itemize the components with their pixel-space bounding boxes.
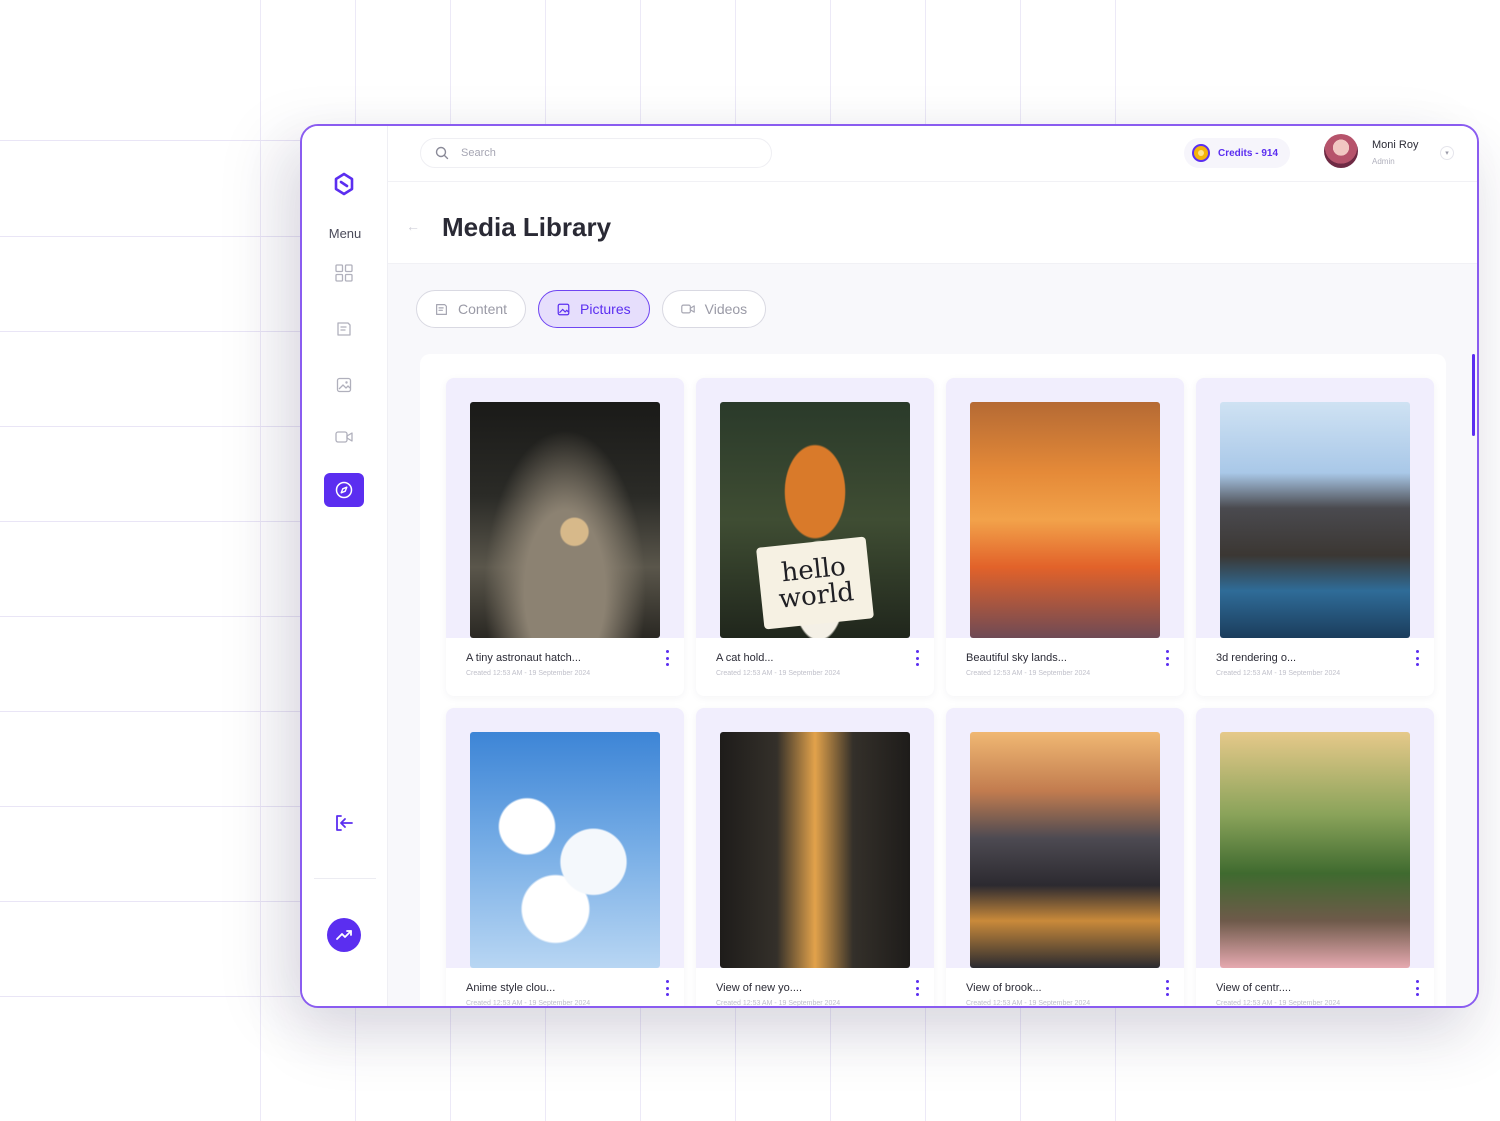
media-thumbnail[interactable] [470,402,660,638]
sidebar: Menu [302,126,388,1006]
document-icon [436,303,447,315]
media-created-date: Created 12:53 AM - 19 September 2024 [716,1000,841,1007]
page-title: Media Library [442,212,612,242]
more-options-icon[interactable] [1414,650,1420,666]
media-grid-panel: A tiny astronaut hatch... Created 12:53 … [420,354,1446,1007]
tab-pictures[interactable]: Pictures [538,290,650,328]
media-created-date: Created 12:53 AM - 19 September 2024 [966,1000,1091,1007]
user-role: Admin [1372,157,1395,166]
media-thumbnail[interactable] [1220,402,1410,638]
document-icon [337,322,351,336]
credits-badge[interactable]: Credits - 914 [1184,138,1291,168]
scrollbar[interactable] [1472,354,1475,436]
video-icon [335,431,353,443]
coin-icon [1192,144,1210,162]
more-options-icon[interactable] [664,650,670,666]
sidebar-item-content[interactable] [324,312,364,346]
sidebar-item-media-library[interactable] [324,473,364,507]
image-icon [557,303,570,315]
tab-videos-label: Videos [704,301,748,317]
media-created-date: Created 12:53 AM - 19 September 2024 [1216,1000,1341,1007]
media-grid: A tiny astronaut hatch... Created 12:53 … [446,378,1434,1007]
more-options-icon[interactable] [664,980,670,996]
trending-up-icon [336,930,352,940]
media-created-date: Created 12:53 AM - 19 September 2024 [1216,670,1341,677]
media-card[interactable]: hello world A cat hold... Created 12:53 … [696,378,934,696]
avatar[interactable] [1324,134,1358,168]
sidebar-item-videos[interactable] [324,420,364,454]
sidebar-item-pictures[interactable] [324,368,364,402]
logout-icon [336,815,353,831]
main-content: ← Media Library Content Pictures Videos … [388,182,1477,1006]
media-thumbnail[interactable] [970,402,1160,638]
topbar: Credits - 914 Moni Roy Admin ▾ [388,126,1477,182]
user-name: Moni Roy [1372,139,1419,151]
more-options-icon[interactable] [1414,980,1420,996]
search-input[interactable] [461,147,741,159]
media-created-date: Created 12:53 AM - 19 September 2024 [466,1000,591,1007]
more-options-icon[interactable] [1164,980,1170,996]
compass-icon [335,481,353,499]
sidebar-item-dashboard[interactable] [324,256,364,290]
user-menu-chevron-down-icon[interactable]: ▾ [1440,146,1454,160]
page-header: ← Media Library [388,182,1477,264]
sidebar-divider [314,878,376,879]
more-options-icon[interactable] [1164,650,1170,666]
media-title: 3d rendering o... [1216,652,1297,664]
media-card[interactable]: View of centr.... Created 12:53 AM - 19 … [1196,708,1434,1007]
media-created-date: Created 12:53 AM - 19 September 2024 [966,670,1091,677]
media-card[interactable]: A tiny astronaut hatch... Created 12:53 … [446,378,684,696]
media-title: A tiny astronaut hatch... [466,652,581,664]
media-card[interactable]: Anime style clou... Created 12:53 AM - 1… [446,708,684,1007]
media-thumbnail[interactable] [470,732,660,968]
media-title: Beautiful sky lands... [966,652,1067,664]
logo-icon[interactable] [330,170,358,198]
media-thumbnail[interactable]: hello world [720,402,910,638]
more-options-icon[interactable] [914,650,920,666]
app-window: Menu Search Credits - 914 Moni Roy Admin… [300,124,1479,1008]
media-thumbnail[interactable] [970,732,1160,968]
search-box[interactable] [420,138,772,168]
image-icon [336,377,352,393]
media-created-date: Created 12:53 AM - 19 September 2024 [716,670,841,677]
search-icon [435,146,449,160]
menu-label: Menu [328,226,362,241]
media-card[interactable]: Beautiful sky lands... Created 12:53 AM … [946,378,1184,696]
tab-videos[interactable]: Videos [661,290,767,328]
back-arrow-icon[interactable]: ← [406,218,420,234]
media-thumbnail[interactable] [1220,732,1410,968]
media-card[interactable]: View of new yo.... Created 12:53 AM - 19… [696,708,934,1007]
credits-label: Credits - 914 [1218,147,1279,159]
media-title: View of centr.... [1216,982,1292,994]
logout-button[interactable] [324,806,364,840]
media-thumbnail[interactable] [720,732,910,968]
tab-content-label: Content [458,301,508,317]
media-title: View of brook... [966,982,1042,994]
media-title: Anime style clou... [466,982,556,994]
stats-button[interactable] [327,918,361,952]
media-created-date: Created 12:53 AM - 19 September 2024 [466,670,591,677]
media-card[interactable]: View of brook... Created 12:53 AM - 19 S… [946,708,1184,1007]
tab-content[interactable]: Content [416,290,527,328]
media-tabs: Content Pictures Videos [416,290,767,328]
media-title: A cat hold... [716,652,774,664]
media-title: View of new yo.... [716,982,803,994]
tab-pictures-label: Pictures [580,301,631,317]
video-icon [680,304,695,314]
media-card[interactable]: 3d rendering o... Created 12:53 AM - 19 … [1196,378,1434,696]
hello-world-sign: hello world [756,536,874,630]
grid-icon [335,264,353,282]
more-options-icon[interactable] [914,980,920,996]
